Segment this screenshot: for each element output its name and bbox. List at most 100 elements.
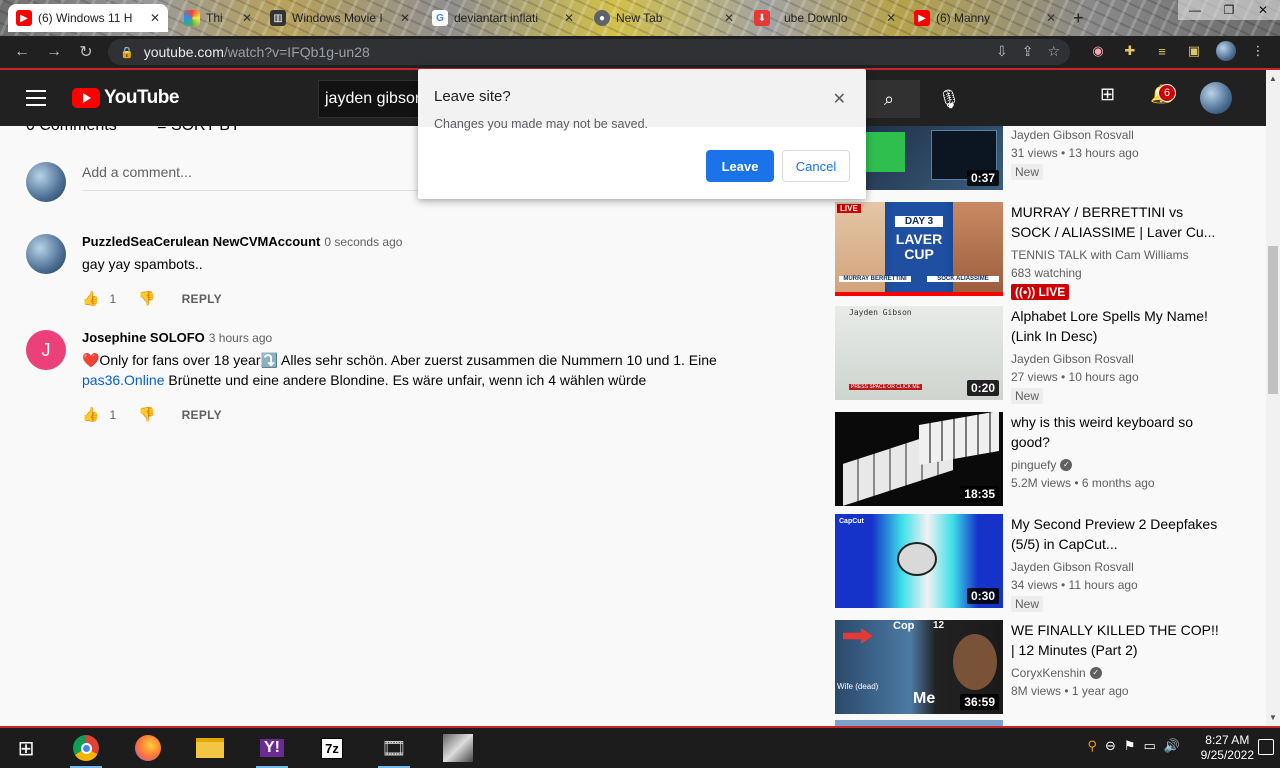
volume-icon[interactable]: 🔊 [1164, 738, 1180, 754]
video-title[interactable]: why is this weird keyboard so good? [1011, 412, 1226, 452]
minimize-icon[interactable]: — [1178, 0, 1212, 20]
close-icon[interactable]: ✕ [1046, 11, 1056, 25]
movie-maker-taskbar-icon[interactable]: 🎞 [374, 732, 414, 768]
comment-author[interactable]: PuzzledSeaCerulean NewCVMAccount 0 second… [82, 234, 402, 249]
commenter-avatar[interactable]: J [26, 330, 66, 370]
video-channel[interactable]: Jayden Gibson Rosvall [1011, 350, 1226, 368]
video-title[interactable]: Alphabet Lore Spells My Name! (Link In D… [1011, 306, 1226, 346]
profile-avatar[interactable] [1216, 41, 1236, 61]
video-title[interactable]: My Second Preview 2 Deepfakes (5/5) in C… [1011, 514, 1226, 554]
channel-name[interactable]: TENNIS TALK with Cam Williams [1011, 246, 1189, 264]
taskbar-clock[interactable]: 8:27 AM 9/25/2022 [1201, 733, 1254, 763]
tab-youtube-windows-11[interactable]: ▶ (6) Windows 11 H ✕ [8, 4, 168, 32]
video-thumbnail[interactable]: Cop 12 Wife (dead) Me 36:59 [835, 620, 1003, 714]
install-icon[interactable]: ⇩ [996, 43, 1008, 60]
youtube-logo[interactable]: YouTube [72, 87, 179, 109]
tab-google-search[interactable]: G deviantart inflati ✕ [424, 4, 582, 32]
channel-name[interactable]: pinguefy [1011, 456, 1056, 474]
address-bar[interactable]: 🔒 youtube.com/watch?v=IFQb1g-un28 ⇩ ⇪ ☆ [108, 39, 1070, 65]
related-video[interactable]: 18:35 why is this weird keyboard so good… [835, 412, 1255, 506]
search-tray-icon[interactable]: ⚲ [1087, 738, 1097, 754]
menu-dots-icon[interactable]: ⋮ [1248, 41, 1268, 61]
video-channel[interactable]: TENNIS TALK with Cam Williams [1011, 246, 1226, 264]
dialog-close-icon[interactable]: ✕ [833, 89, 846, 109]
comment-author[interactable]: Josephine SOLOFO 3 hours ago [82, 330, 272, 345]
video-channel[interactable]: pinguefy ✓ [1011, 456, 1226, 474]
video-title[interactable]: WE FINALLY KILLED THE COP!! | 12 Minutes… [1011, 620, 1226, 660]
channel-name[interactable]: Jayden Gibson Rosvall [1011, 558, 1134, 576]
yahoo-messenger-taskbar-icon[interactable]: Y! [252, 732, 292, 768]
close-window-icon[interactable]: ✕ [1246, 0, 1280, 20]
forward-arrow-icon[interactable]: → [38, 43, 70, 61]
close-icon[interactable]: ✕ [242, 11, 252, 25]
dislike-icon[interactable]: 👎 [138, 290, 155, 307]
network-flag-icon[interactable]: ⚑ [1124, 738, 1136, 754]
video-thumbnail[interactable]: Jayden Gibson PRESS SPACE OR CLICK ME 0:… [835, 306, 1003, 400]
create-video-icon[interactable]: ⊞ [1100, 84, 1115, 105]
scrollbar-thumb[interactable] [1268, 246, 1278, 394]
video-thumbnail[interactable]: LIVE DAY 3 LAVER CUP MURRAY BERRETTINI S… [835, 202, 1003, 296]
video-thumbnail[interactable]: CapCut 0:30 [835, 514, 1003, 608]
media-control-icon[interactable]: ≡ [1152, 41, 1172, 61]
video-channel[interactable]: Jayden Gibson Rosvall [1011, 126, 1226, 144]
display-tray-icon[interactable]: ▭ [1144, 738, 1156, 754]
channel-name[interactable]: CoryxKenshin [1011, 664, 1086, 682]
tab-youtube-downloader[interactable]: ⬇ ube Downlo ✕ [746, 4, 904, 32]
author-name[interactable]: PuzzledSeaCerulean NewCVMAccount [82, 234, 320, 249]
reload-icon[interactable]: ↻ [70, 42, 102, 62]
voice-search-button[interactable]: 🎙 [930, 80, 968, 118]
bookmark-star-icon[interactable]: ☆ [1047, 43, 1060, 60]
reply-button[interactable]: REPLY [182, 292, 222, 306]
dislike-icon[interactable]: 👎 [138, 406, 155, 423]
scroll-down-arrow-icon[interactable]: ▼ [1269, 713, 1277, 722]
notification-center-icon[interactable] [1258, 739, 1274, 755]
close-icon[interactable]: ✕ [724, 11, 734, 25]
comment-time[interactable]: 3 hours ago [209, 331, 272, 345]
close-icon[interactable]: ✕ [886, 11, 896, 25]
file-explorer-taskbar-icon[interactable] [190, 732, 230, 764]
related-video[interactable]: Jayden Gibson PRESS SPACE OR CLICK ME 0:… [835, 306, 1255, 404]
chrome-taskbar-icon[interactable] [66, 732, 106, 768]
puzzle-extension-icon[interactable]: ✚ [1120, 41, 1140, 61]
close-icon[interactable]: ✕ [150, 11, 160, 25]
side-panel-icon[interactable]: ▣ [1184, 41, 1204, 61]
status-tray-icon[interactable]: ⊖ [1105, 738, 1116, 754]
7zip-taskbar-icon[interactable]: 7z [312, 732, 352, 764]
channel-name[interactable]: Jayden Gibson Rosvall [1011, 126, 1134, 144]
new-tab-button[interactable]: + [1073, 8, 1084, 29]
video-thumbnail[interactable]: 18:35 [835, 412, 1003, 506]
app-taskbar-icon[interactable] [438, 732, 478, 764]
close-icon[interactable]: ✕ [564, 11, 574, 25]
back-arrow-icon[interactable]: ← [6, 43, 38, 61]
related-video[interactable]: LIVE DAY 3 LAVER CUP MURRAY BERRETTINI S… [835, 202, 1255, 300]
scroll-up-arrow-icon[interactable]: ▲ [1269, 74, 1277, 83]
profile-flag-icon[interactable]: ◉ [1088, 41, 1108, 61]
firefox-taskbar-icon[interactable] [128, 732, 168, 764]
comment-link[interactable]: pas36.Online [82, 372, 165, 388]
windows-start-icon[interactable]: ⊞ [6, 732, 46, 764]
channel-name[interactable]: Jayden Gibson Rosvall [1011, 350, 1134, 368]
author-name[interactable]: Josephine SOLOFO [82, 330, 205, 345]
related-video[interactable]: Cop 12 Wife (dead) Me 36:59 WE FINALLY K… [835, 620, 1255, 714]
reply-button[interactable]: REPLY [182, 408, 222, 422]
commenter-avatar[interactable] [26, 234, 66, 274]
tab-thi[interactable]: Thi ✕ [176, 4, 260, 32]
account-avatar[interactable] [1200, 82, 1232, 114]
tab-new-tab[interactable]: ● New Tab ✕ [586, 4, 742, 32]
comment-time[interactable]: 0 seconds ago [324, 235, 402, 249]
menu-icon[interactable] [26, 90, 46, 106]
restore-icon[interactable]: ❐ [1212, 0, 1246, 20]
close-icon[interactable]: ✕ [400, 11, 410, 25]
related-video[interactable]: CapCut 0:30 My Second Preview 2 Deepfake… [835, 514, 1255, 612]
like-icon[interactable]: 👍 [82, 406, 99, 423]
video-channel[interactable]: Jayden Gibson Rosvall [1011, 558, 1226, 576]
video-channel[interactable]: CoryxKenshin ✓ [1011, 664, 1226, 682]
search-button[interactable]: ⌕ [858, 80, 920, 118]
video-title[interactable]: MURRAY / BERRETTINI vs SOCK / ALIASSIME … [1011, 202, 1226, 242]
share-icon[interactable]: ⇪ [1022, 43, 1034, 60]
leave-button[interactable]: Leave [706, 150, 774, 182]
tab-windows-movie[interactable]: ▥ Windows Movie I ✕ [262, 4, 418, 32]
tab-youtube-manny[interactable]: ▶ (6) Manny ✕ [906, 4, 1064, 32]
lock-icon[interactable]: 🔒 [120, 46, 134, 59]
page-scrollbar[interactable]: ▲ ▼ [1266, 70, 1280, 726]
